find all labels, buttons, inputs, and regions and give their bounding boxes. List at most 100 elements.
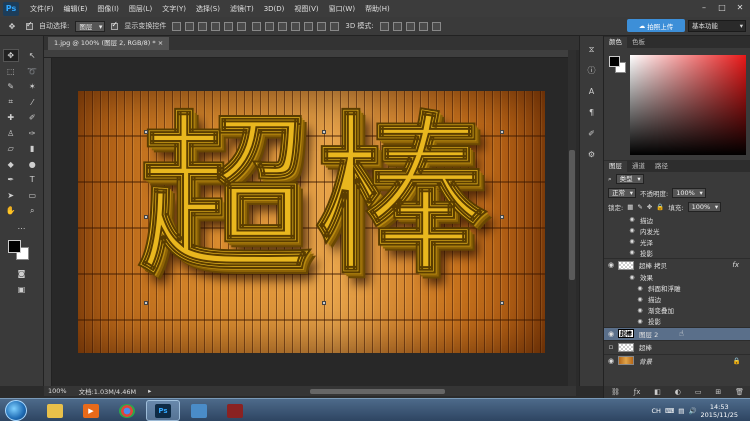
taskbar-chrome[interactable] [110,400,144,421]
eraser-tool-icon[interactable]: ▱ [3,142,19,155]
new-layer-icon[interactable]: ⊞ [715,388,721,396]
close-button[interactable]: ✕ [732,1,748,14]
lock-move-icon[interactable]: ✥ [647,203,652,211]
layer-effect-bevel[interactable]: ◉ 斜面和浮雕 [604,283,750,294]
cloud-upload-button[interactable]: ☁ 拍照上传 [627,19,685,32]
eye-hidden-icon[interactable]: ▫ [604,343,618,351]
vertical-scrollbar[interactable] [568,50,576,386]
edit-toolbar-icon[interactable]: … [14,220,30,233]
3d-scale-icon[interactable] [431,21,441,31]
link-icon[interactable]: ⛓ [611,388,620,396]
history-brush-tool-icon[interactable]: ✑ [24,127,40,140]
gradient-tool-icon[interactable]: ▮ [24,142,40,155]
transform-handle-bm[interactable] [322,301,326,305]
distribute-left-icon[interactable] [291,21,301,31]
taskbar-photoshop[interactable]: Ps [146,400,180,421]
layer-effect-gradient-overlay[interactable]: ◉ 渐变叠加 [604,305,750,316]
align-left-icon[interactable] [211,21,221,31]
zoom-level[interactable]: 100% [48,387,67,395]
blend-mode-select[interactable]: 正常 [608,188,636,198]
layer-effect-inner-glow[interactable]: ◉ 内发光 [604,225,750,236]
eye-icon[interactable]: ◉ [635,307,645,314]
layer-effects-group[interactable]: ◉ 效果 [604,272,750,283]
move-tool-preset-icon[interactable]: ✥ [4,20,20,33]
menu-window[interactable]: 窗口(W) [324,4,360,14]
layer-effect-stroke-2[interactable]: ◉ 描边 [604,294,750,305]
eye-icon[interactable]: ◉ [604,330,618,338]
tab-paths[interactable]: 路径 [650,161,673,172]
transform-handle-tm[interactable] [322,130,326,134]
layer-text-copy[interactable]: ◉ 超棒 拷贝 fx [604,258,750,272]
transform-handle-bl[interactable] [144,301,148,305]
eye-icon[interactable]: ◉ [627,216,637,223]
menu-filter[interactable]: 滤镜(T) [225,4,259,14]
trash-icon[interactable]: 🗑 [735,388,744,396]
menu-edit[interactable]: 编辑(E) [59,4,93,14]
brush-tool-icon[interactable]: ✐ [24,111,40,124]
taskbar-image-viewer[interactable] [182,400,216,421]
volume-icon[interactable]: 🔊 [688,407,696,415]
canvas-image[interactable]: 超棒 [78,91,545,353]
eye-icon[interactable]: ◉ [604,357,618,365]
move-tool-icon[interactable]: ✥ [2,49,19,63]
adjustment-icon[interactable]: ◐ [675,388,681,396]
3d-rotate-icon[interactable] [379,21,389,31]
clone-stamp-tool-icon[interactable]: ♙ [3,127,19,140]
menu-layer[interactable]: 图层(L) [124,4,157,14]
eye-icon[interactable]: ◉ [627,227,637,234]
clock[interactable]: 14:53 2015/11/25 [701,403,738,419]
layer-effect-drop-shadow[interactable]: ◉ 投影 [604,247,750,258]
mask-icon[interactable]: ◧ [654,388,661,396]
artboard-tool-icon[interactable]: ↖ [24,49,40,62]
quick-mask-icon[interactable]: ◙ [14,267,30,280]
maximize-button[interactable]: □ [714,1,730,14]
layer-effect-satin[interactable]: ◉ 光泽 [604,236,750,247]
lock-paint-icon[interactable]: ✎ [637,203,642,211]
layer-2[interactable]: ◉ 超棒 图层 2 ☝ [604,326,750,340]
blur-tool-icon[interactable]: ◆ [3,158,19,171]
workspace-select[interactable]: 基本功能 [688,20,746,32]
tab-color[interactable]: 颜色 [604,37,627,48]
horizontal-scroll-thumb[interactable] [310,389,445,394]
eye-icon[interactable]: ◉ [627,249,637,256]
distribute-bottom-icon[interactable] [278,21,288,31]
paragraph-panel-icon[interactable]: ¶ [583,105,601,120]
eye-icon[interactable]: ◉ [627,238,637,245]
eye-icon[interactable]: ◉ [635,318,645,325]
status-arrow-icon[interactable]: ▸ [148,387,151,395]
spot-heal-tool-icon[interactable]: ✚ [3,111,19,124]
minimize-button[interactable]: – [696,1,712,14]
network-icon[interactable]: ▤ [678,407,684,415]
panel-foreground-swatch[interactable] [609,56,620,67]
fx-icon[interactable]: ƒx [634,388,641,396]
eye-icon[interactable]: ◉ [604,261,618,269]
menu-file[interactable]: 文件(F) [25,4,59,14]
menu-select[interactable]: 选择(S) [191,4,225,14]
align-top-icon[interactable] [172,21,182,31]
document-tab-close-button[interactable]: × [158,39,163,47]
info-panel-icon[interactable]: ⓘ [583,63,601,78]
brush-panel-icon[interactable]: ✐ [583,126,601,141]
fill-input[interactable]: 100% [687,202,722,212]
hand-tool-icon[interactable]: ✋ [3,204,19,217]
pen-tool-icon[interactable]: ✒ [3,173,19,186]
auto-align-icon[interactable] [330,21,340,31]
distribute-top-icon[interactable] [252,21,262,31]
color-spectrum-field[interactable] [630,55,746,155]
eye-icon[interactable]: ◉ [635,296,645,303]
transform-handle-mr[interactable] [500,215,504,219]
opacity-input[interactable]: 100% [672,188,706,198]
lock-pixels-icon[interactable]: ▦ [627,203,633,211]
lasso-tool-icon[interactable]: ➰ [24,65,40,78]
auto-select-dropdown[interactable]: 图层 [75,20,106,32]
type-tool-icon[interactable]: T [24,173,40,186]
layer-text[interactable]: ▫ 超棒 [604,340,750,354]
crop-tool-icon[interactable]: ⌗ [3,96,19,109]
lock-all-icon[interactable]: 🔒 [656,203,664,211]
align-right-icon[interactable] [237,21,247,31]
eye-icon[interactable]: ◉ [627,274,637,281]
keyboard-icon[interactable]: ⌨ [665,407,674,415]
auto-select-checkbox[interactable] [26,20,33,30]
character-panel-icon[interactable]: A [583,84,601,99]
dodge-tool-icon[interactable]: ● [24,158,40,171]
